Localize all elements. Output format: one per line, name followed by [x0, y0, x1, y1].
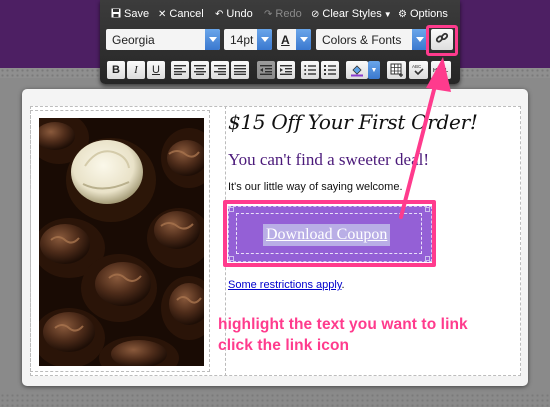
- outdent-button[interactable]: [257, 61, 275, 79]
- indent-icon: [280, 65, 292, 75]
- indent-button[interactable]: [277, 61, 295, 79]
- colors-fonts-value: Colors & Fonts: [322, 32, 402, 47]
- bullet-list-button[interactable]: [301, 61, 319, 79]
- bullet-list-icon: [304, 65, 316, 75]
- clear-styles-label: Clear Styles: [322, 8, 382, 20]
- align-right-icon: [214, 65, 226, 75]
- save-label: Save: [124, 8, 150, 20]
- undo-icon: ↶: [215, 8, 224, 20]
- undo-button[interactable]: ↶ Undo: [215, 6, 253, 22]
- annotation-line-2: click the link icon: [218, 337, 350, 354]
- italic-label: I: [134, 64, 138, 76]
- redo-icon: ↷: [264, 8, 273, 20]
- justify-icon: [234, 65, 246, 75]
- restrictions-line: Some restrictions apply.: [228, 279, 345, 291]
- underline-button[interactable]: U: [147, 61, 165, 79]
- highlight-color-button[interactable]: [346, 61, 368, 79]
- headline[interactable]: $15 Off Your First Order!: [228, 110, 478, 134]
- redo-label: Redo: [275, 8, 302, 20]
- align-center-button[interactable]: [191, 61, 209, 79]
- chevron-down-icon: [412, 29, 427, 50]
- link-icon: [435, 30, 449, 49]
- bold-label: B: [112, 64, 120, 76]
- colors-fonts-select[interactable]: Colors & Fonts: [316, 29, 427, 50]
- chevron-down-icon: ▼: [383, 9, 392, 19]
- spellcheck-button[interactable]: ABC: [409, 61, 428, 79]
- text-color-icon: A: [281, 32, 290, 47]
- cancel-label: Cancel: [169, 8, 204, 20]
- cancel-icon: ✕: [158, 8, 167, 20]
- resize-handle[interactable]: [229, 207, 234, 212]
- align-right-button[interactable]: [211, 61, 229, 79]
- resize-handle[interactable]: [425, 256, 430, 261]
- paint-bucket-icon: [351, 65, 363, 77]
- dotted-footer: [0, 393, 550, 407]
- cancel-button[interactable]: ✕ Cancel: [158, 6, 204, 22]
- undo-label: Undo: [226, 8, 253, 20]
- resize-handle[interactable]: [425, 207, 430, 212]
- options-label: Options: [409, 8, 448, 20]
- insert-table-button[interactable]: [387, 61, 406, 79]
- spellcheck-icon: ABC: [412, 64, 424, 76]
- justify-button[interactable]: [231, 61, 249, 79]
- annotation-line-1: highlight the text you want to link: [218, 316, 468, 333]
- align-center-icon: [194, 65, 206, 75]
- align-left-button[interactable]: [171, 61, 189, 79]
- font-size-select[interactable]: 14pt: [224, 29, 272, 50]
- chevron-down-icon: [296, 29, 311, 50]
- numbered-list-icon: [324, 65, 336, 75]
- svg-text:ABC: ABC: [412, 64, 422, 69]
- link-button[interactable]: [431, 29, 453, 50]
- table-plus-icon: [390, 63, 403, 77]
- font-family-select[interactable]: Georgia: [106, 29, 220, 50]
- redo-button[interactable]: ↷ Redo: [264, 6, 302, 22]
- font-size-value: 14pt: [230, 32, 254, 47]
- align-left-icon: [174, 65, 186, 75]
- save-icon: [111, 8, 121, 21]
- chocolates-image: [39, 118, 204, 366]
- numbered-list-button[interactable]: [321, 61, 339, 79]
- html-icon: HTML: [433, 68, 449, 74]
- subheadline[interactable]: You can't find a sweeter deal!: [228, 150, 429, 170]
- save-button[interactable]: Save: [111, 6, 149, 22]
- clear-styles-button[interactable]: ⊘ Clear Styles ▼: [311, 6, 392, 22]
- html-source-button[interactable]: HTML: [431, 61, 451, 79]
- outdent-icon: [260, 65, 272, 75]
- chevron-down-icon: [205, 29, 220, 50]
- bold-button[interactable]: B: [107, 61, 125, 79]
- italic-button[interactable]: I: [127, 61, 145, 79]
- clear-styles-icon: ⊘: [311, 8, 320, 20]
- chocolates-photo[interactable]: [39, 118, 204, 366]
- underline-label: U: [152, 64, 160, 76]
- highlight-color-dropdown[interactable]: ▼: [368, 61, 380, 79]
- options-button[interactable]: ⚙ Options: [398, 6, 448, 22]
- chevron-down-icon: ▼: [370, 66, 378, 74]
- coupon-button-label[interactable]: Download Coupon: [263, 224, 391, 246]
- body-text[interactable]: It's our little way of saying welcome.: [228, 181, 403, 193]
- font-family-value: Georgia: [112, 32, 155, 47]
- resize-handle[interactable]: [229, 256, 234, 261]
- options-gear-icon: ⚙: [398, 8, 407, 20]
- chevron-down-icon: [257, 29, 272, 50]
- restrictions-period: .: [341, 279, 345, 291]
- restrictions-link[interactable]: Some restrictions apply: [228, 279, 342, 291]
- text-color-select[interactable]: A: [277, 29, 311, 50]
- svg-text:HTML: HTML: [433, 68, 449, 74]
